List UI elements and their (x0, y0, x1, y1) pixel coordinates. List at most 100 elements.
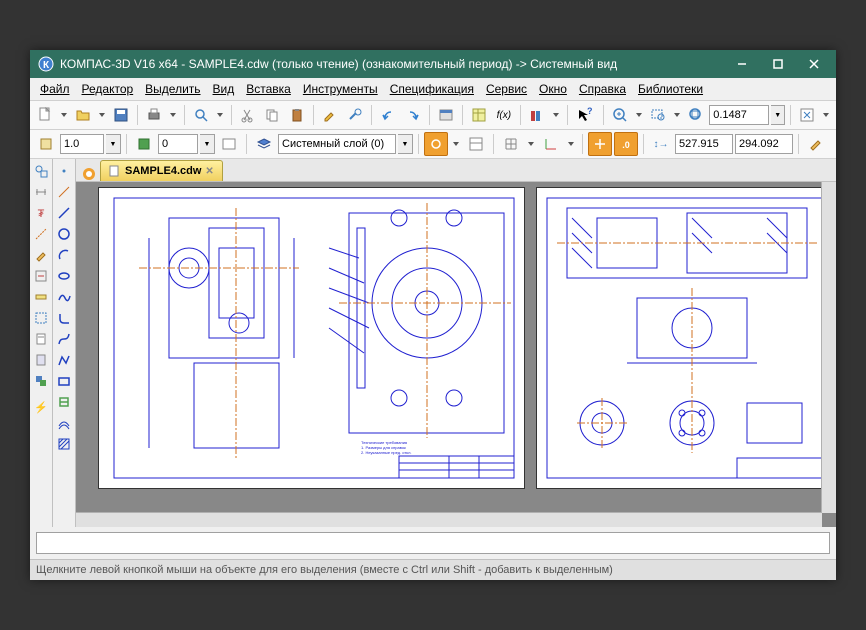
select-tool[interactable] (31, 308, 51, 328)
view-state-button[interactable] (34, 132, 58, 156)
menu-insert[interactable]: Вставка (240, 80, 297, 98)
help-pointer-button[interactable]: ? (573, 103, 595, 127)
copy-button[interactable] (261, 103, 283, 127)
menu-help[interactable]: Справка (573, 80, 632, 98)
variables-button[interactable] (468, 103, 490, 127)
coord-x-input[interactable] (675, 134, 733, 154)
coord-y-input[interactable] (735, 134, 793, 154)
zoom-window-dropdown[interactable] (671, 103, 682, 127)
drawing-mode-button[interactable] (804, 132, 828, 156)
zoom-in-button[interactable] (609, 103, 631, 127)
menu-file[interactable]: Файл (34, 80, 76, 98)
equidist-tool[interactable] (54, 413, 74, 433)
state-dropdown[interactable]: ▼ (200, 134, 215, 154)
zoom-window-button[interactable] (647, 103, 669, 127)
segment-tool[interactable] (54, 203, 74, 223)
open-button[interactable] (72, 103, 94, 127)
horizontal-scrollbar[interactable] (76, 512, 822, 527)
state-number-input[interactable] (158, 134, 198, 154)
menu-tools[interactable]: Инструменты (297, 80, 384, 98)
attribute-tool[interactable]: ⚡ (31, 397, 51, 417)
arc-tool[interactable] (54, 245, 74, 265)
refresh-dropdown[interactable] (821, 103, 832, 127)
polyline-tool[interactable] (54, 350, 74, 370)
reports-tool[interactable] (31, 350, 51, 370)
lcs-button[interactable] (539, 132, 563, 156)
menu-edit[interactable]: Редактор (76, 80, 140, 98)
fx-button[interactable]: f(x) (493, 103, 515, 127)
start-page-icon[interactable] (82, 167, 96, 181)
notation-tool[interactable]: ₮ (31, 203, 51, 223)
geometry-tool[interactable] (31, 161, 51, 181)
new-dropdown[interactable] (58, 103, 69, 127)
layers-mgr-button[interactable] (464, 132, 488, 156)
manager-button[interactable] (435, 103, 457, 127)
circle-tool[interactable] (54, 224, 74, 244)
refresh-button[interactable] (796, 103, 818, 127)
vertical-scrollbar[interactable] (821, 182, 836, 513)
rect-tool[interactable] (54, 371, 74, 391)
drawing-canvas[interactable]: Технические требования 1. Размеры для сп… (76, 182, 836, 527)
fillet-tool[interactable] (54, 308, 74, 328)
ortho-button[interactable] (588, 132, 612, 156)
open-dropdown[interactable] (96, 103, 107, 127)
lcs-dropdown[interactable] (565, 132, 577, 156)
menu-select[interactable]: Выделить (139, 80, 206, 98)
construction-tool[interactable] (31, 224, 51, 244)
document-tab[interactable]: SAMPLE4.cdw ✕ (100, 160, 223, 181)
insert-tool[interactable] (31, 371, 51, 391)
menu-window[interactable]: Окно (533, 80, 573, 98)
zoom-in-dropdown[interactable] (634, 103, 645, 127)
grid-button[interactable] (499, 132, 523, 156)
menu-service[interactable]: Сервис (480, 80, 533, 98)
state-icon-button[interactable] (132, 132, 156, 156)
library-dropdown[interactable] (551, 103, 562, 127)
preview-dropdown[interactable] (214, 103, 225, 127)
library-mgr-button[interactable] (526, 103, 548, 127)
menu-libraries[interactable]: Библиотеки (632, 80, 709, 98)
dimension-tool[interactable] (31, 182, 51, 202)
command-input[interactable] (36, 532, 830, 554)
grid-dropdown[interactable] (525, 132, 537, 156)
save-button[interactable] (110, 103, 132, 127)
tab-close-icon[interactable]: ✕ (205, 166, 213, 177)
print-button[interactable] (143, 103, 165, 127)
undo-button[interactable] (377, 103, 399, 127)
new-button[interactable] (34, 103, 56, 127)
sheet-2 (537, 188, 836, 488)
point-tool[interactable] (54, 161, 74, 181)
menu-spec[interactable]: Спецификация (384, 80, 480, 98)
cut-button[interactable] (236, 103, 258, 127)
snap-dropdown[interactable] (450, 132, 462, 156)
snap-toggle-button[interactable] (424, 132, 448, 156)
edit-tool[interactable] (31, 245, 51, 265)
collect-tool[interactable] (54, 392, 74, 412)
zoom-fit-button[interactable] (685, 103, 707, 127)
menu-view[interactable]: Вид (207, 80, 241, 98)
spec-tool[interactable] (31, 329, 51, 349)
close-button[interactable] (792, 50, 836, 78)
zoom-input[interactable] (709, 105, 769, 125)
auxline-tool[interactable] (54, 182, 74, 202)
state-list-button[interactable] (217, 132, 241, 156)
zoom-dropdown[interactable]: ▼ (771, 105, 785, 125)
copy-props-button[interactable] (343, 103, 365, 127)
scale-input[interactable] (60, 134, 104, 154)
redo-button[interactable] (401, 103, 423, 127)
layer-icon-button[interactable] (252, 132, 276, 156)
spline-tool[interactable] (54, 287, 74, 307)
bezier-tool[interactable] (54, 329, 74, 349)
properties-button[interactable] (319, 103, 341, 127)
preview-button[interactable] (190, 103, 212, 127)
layer-dropdown[interactable]: ▼ (398, 134, 413, 154)
scale-dropdown[interactable]: ▼ (106, 134, 121, 154)
ellipse-tool[interactable] (54, 266, 74, 286)
paste-button[interactable] (285, 103, 307, 127)
round-button[interactable]: .0 (614, 132, 638, 156)
print-dropdown[interactable] (168, 103, 179, 127)
param-tool[interactable] (31, 266, 51, 286)
hatch-tool[interactable] (54, 434, 74, 454)
measure-tool[interactable] (31, 287, 51, 307)
layer-input[interactable] (278, 134, 396, 154)
coord-mode-button[interactable]: ↕→ (649, 132, 673, 156)
